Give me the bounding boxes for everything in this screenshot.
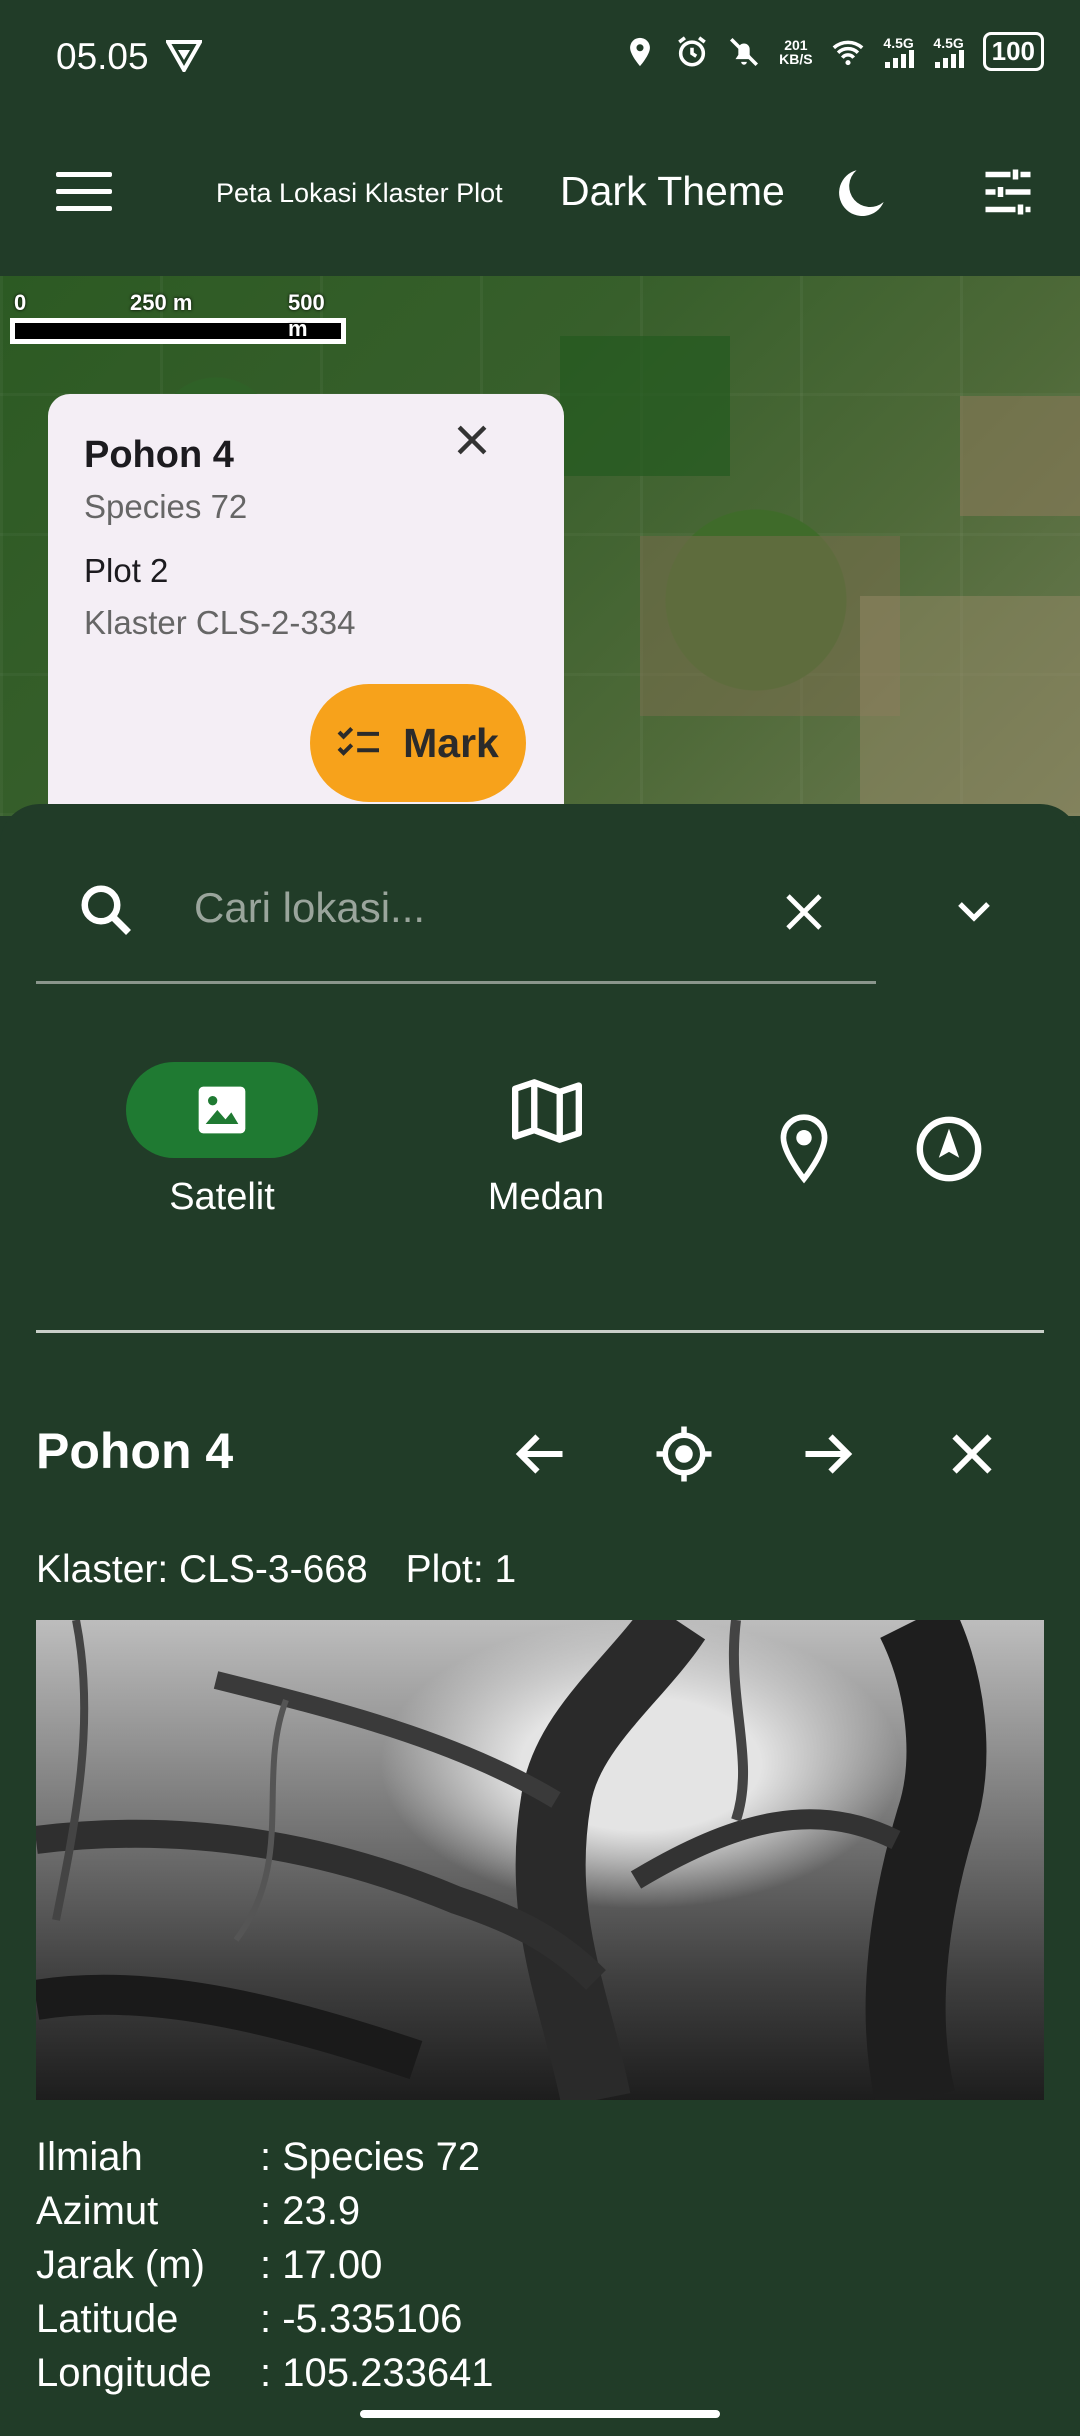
app-title: Peta Lokasi Klaster Plot [216,178,503,208]
tree-photo-graphic [36,1620,987,2100]
popup-cluster: Klaster CLS-2-334 [84,604,356,641]
satellite-toggle[interactable] [126,1062,318,1158]
map-icon[interactable] [505,1076,589,1146]
popup-species: Species 72 [84,488,248,525]
arrow-right-icon[interactable] [798,1424,858,1484]
popup-title: Pohon 4 [84,434,234,476]
app-bar [0,120,1080,276]
vpn-icon [166,40,202,72]
section-divider [36,1330,1044,1333]
search-underline [36,981,876,984]
tree-properties: Ilmiah: Species 72 Azimut: 23.9 Jarak (m… [36,2130,494,2400]
satellite-label[interactable]: Satelit [102,1176,342,1219]
status-time: 05.05 [56,36,149,77]
detail-meta: Klaster: CLS-3-668 Plot: 1 [36,1548,516,1592]
location-pin-icon[interactable] [772,1112,836,1184]
signal-1: 4.5G [883,36,915,68]
detail-plot: Plot: 1 [405,1548,517,1591]
wifi-icon [832,40,863,65]
close-icon[interactable] [450,418,494,462]
tree-photo [36,1620,1044,2100]
checklist-icon [337,727,380,756]
status-bar: 05.05 201 KB/S 4.5G 4.5G 100 [0,0,1080,120]
marker-popup: Pohon 4 Species 72 Plot 2 Klaster CLS-2-… [48,394,564,812]
chevron-down-icon[interactable] [950,892,998,932]
mark-button[interactable]: Mark [310,684,526,802]
property-row: Azimut: 23.9 [36,2189,361,2233]
battery-indicator: 100 [982,32,1044,71]
map-scale: 0 250 m 500 m [10,290,350,344]
search-icon [81,885,131,935]
signal-bars-icon [934,49,964,68]
net-speed: 201 KB/S [779,36,813,67]
alarm-icon [678,35,706,67]
property-row: Ilmiah: Species 72 [36,2135,481,2179]
theme-label: Dark Theme [560,168,785,214]
status-icons: 201 KB/S 4.5G 4.5G 100 [623,32,1044,71]
property-row: Latitude: -5.335106 [36,2297,463,2341]
home-indicator[interactable] [360,2410,720,2418]
property-row: Longitude: 105.233641 [36,2351,494,2395]
terrain-label[interactable]: Medan [426,1176,666,1219]
signal-bars-icon [884,49,914,68]
moon-icon[interactable] [832,162,894,224]
tune-icon[interactable] [978,160,1038,224]
search-input[interactable] [192,872,756,944]
bell-off-icon [730,37,759,66]
close-detail-icon[interactable] [942,1424,1002,1484]
menu-icon[interactable] [56,170,112,214]
detail-cluster: Klaster: CLS-3-668 [36,1548,368,1591]
arrow-left-icon[interactable] [510,1424,570,1484]
compass-icon[interactable] [914,1114,984,1184]
detail-title: Pohon 4 [36,1423,234,1479]
location-icon [630,37,651,66]
property-row: Jarak (m): 17.00 [36,2243,383,2287]
popup-plot: Plot 2 [84,552,169,589]
mark-label: Mark [403,719,499,766]
target-icon[interactable] [654,1424,714,1484]
signal-2: 4.5G [933,36,965,68]
image-icon [198,1086,246,1134]
clear-search-icon[interactable] [780,888,828,936]
